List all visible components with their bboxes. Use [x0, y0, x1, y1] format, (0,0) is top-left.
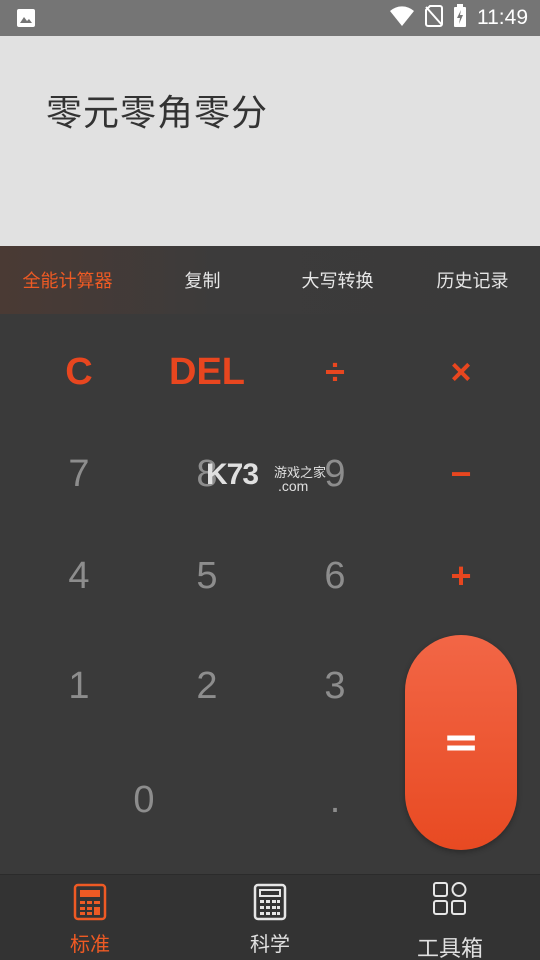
copy-button[interactable]: 复制	[135, 246, 270, 314]
watermark-brand: K73	[206, 458, 259, 491]
plus-button[interactable]: +	[411, 536, 511, 616]
decimal-point-button[interactable]: .	[285, 760, 385, 840]
watermark-logo: K73 游戏之家 .com	[206, 454, 346, 504]
bottom-nav: 标准 科学 工具箱	[0, 874, 540, 960]
digit-3-button[interactable]: 3	[285, 646, 385, 726]
status-bar: 11:49	[0, 0, 540, 36]
toolbox-grid-icon	[432, 881, 468, 921]
multiply-button[interactable]: ×	[411, 332, 511, 412]
delete-button[interactable]: DEL	[157, 332, 257, 412]
nav-toolbox-label: 工具箱	[416, 937, 483, 960]
nav-toolbox[interactable]: 工具箱	[360, 875, 540, 960]
nav-standard[interactable]: 标准	[0, 875, 180, 960]
clock: 11:49	[477, 6, 528, 29]
nav-standard-label: 标准	[70, 932, 110, 956]
image-icon	[16, 8, 36, 28]
wifi-icon	[389, 5, 415, 31]
equals-button[interactable]: =	[405, 635, 517, 850]
tab-all-in-one-calculator[interactable]: 全能计算器	[0, 246, 135, 314]
digit-5-button[interactable]: 5	[157, 536, 257, 616]
result-display: 零元零角零分	[0, 36, 540, 246]
clear-button[interactable]: C	[29, 332, 129, 412]
digit-2-button[interactable]: 2	[157, 646, 257, 726]
battery-charging-icon	[453, 4, 467, 32]
function-bar: 全能计算器 复制 大写转换 历史记录	[0, 246, 540, 314]
result-text: 零元零角零分	[46, 93, 269, 134]
minus-button[interactable]: −	[411, 434, 511, 514]
digit-0-button[interactable]: 0	[94, 760, 194, 840]
divide-button[interactable]: ÷	[285, 332, 385, 412]
nav-scientific-label: 科学	[250, 932, 290, 956]
digit-4-button[interactable]: 4	[29, 536, 129, 616]
digit-1-button[interactable]: 1	[29, 646, 129, 726]
calculator-icon	[73, 883, 107, 925]
nav-scientific[interactable]: 科学	[180, 875, 360, 960]
history-button[interactable]: 历史记录	[405, 246, 540, 314]
keypad: C DEL ÷ × 7 8 9 − 4 5 6 + 1 2 3 0 . = K7…	[0, 314, 540, 874]
no-sim-icon	[425, 5, 443, 31]
watermark-domain: .com	[278, 478, 309, 494]
digit-6-button[interactable]: 6	[285, 536, 385, 616]
digit-7-button[interactable]: 7	[29, 434, 129, 514]
uppercase-convert-button[interactable]: 大写转换	[270, 246, 405, 314]
scientific-calculator-icon	[253, 883, 287, 925]
